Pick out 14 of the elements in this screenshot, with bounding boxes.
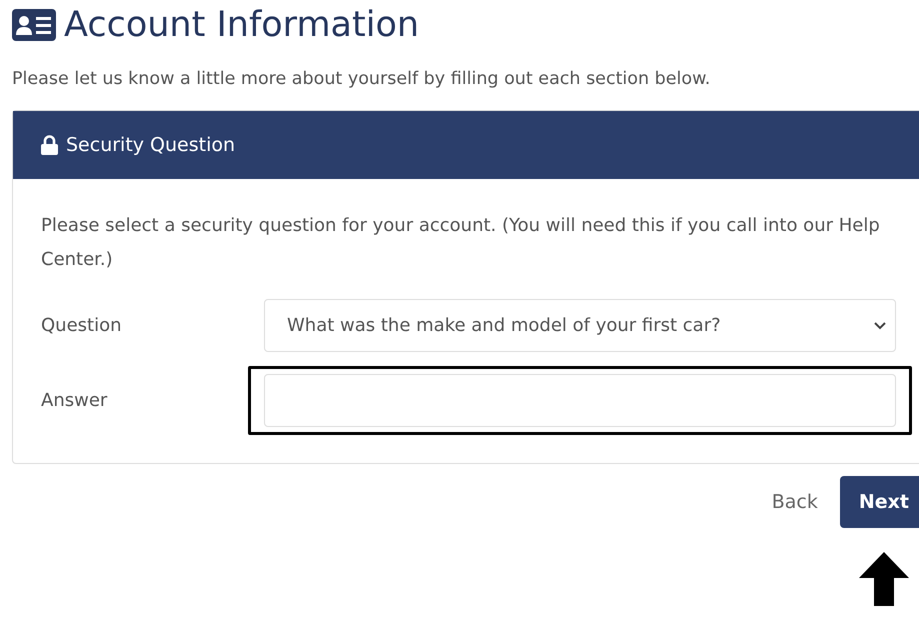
next-button[interactable]: Next	[840, 476, 919, 528]
field-label: Answer	[41, 389, 108, 414]
up-arrow-icon	[859, 552, 909, 606]
answer-field[interactable]	[264, 374, 896, 428]
instructions-text: Please select a security question for your account. (You will need this if you call into our Help Center.)	[41, 214, 881, 272]
lock-icon	[41, 135, 58, 156]
chevron-down-icon	[873, 321, 887, 330]
question-select[interactable]: What was the make and model of your first car?	[264, 299, 896, 352]
intro-text: Please let us know a little more about yourself by filling out each section below.	[12, 68, 712, 91]
page-title: Account Information	[64, 4, 420, 46]
field-label: Question	[41, 314, 123, 338]
card-title: Security Question	[66, 133, 236, 158]
back-button[interactable]: Back	[772, 488, 818, 516]
id-card-icon	[12, 9, 56, 41]
